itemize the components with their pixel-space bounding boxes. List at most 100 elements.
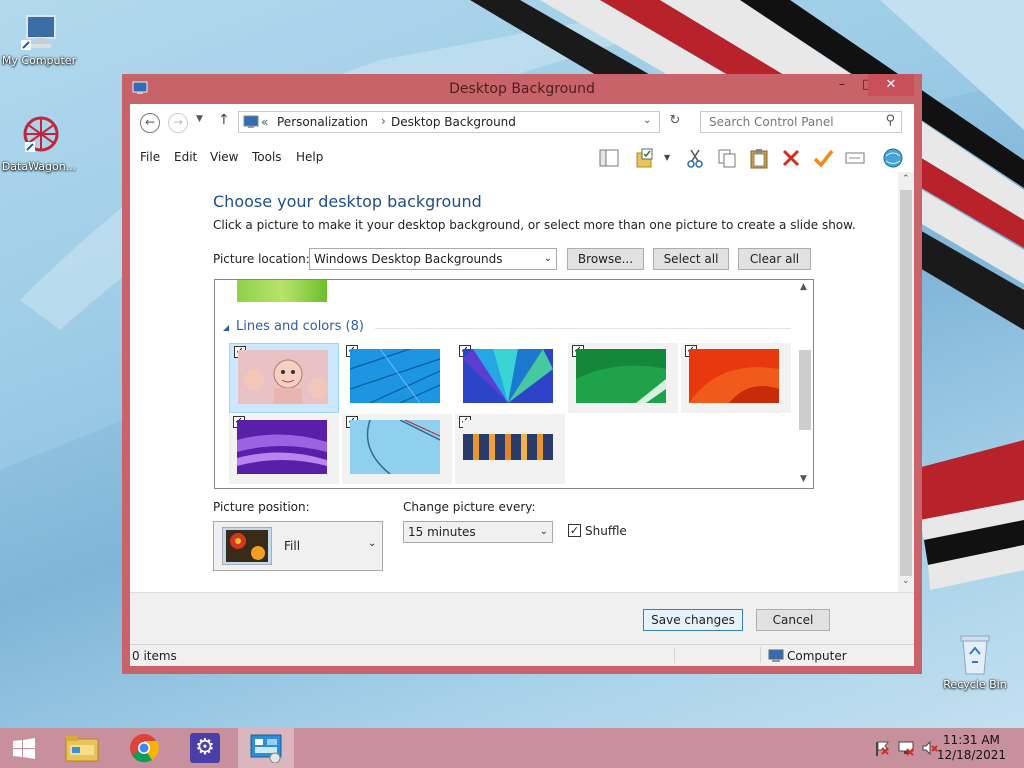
apply-check-icon[interactable] [812, 147, 834, 169]
picture-position-preview [222, 527, 272, 565]
thumbnail-item[interactable]: ✓ [229, 343, 339, 413]
menu-bar: File Edit View Tools Help ▼ [130, 142, 914, 172]
status-items: 0 items [132, 649, 177, 663]
thumbnail-item[interactable]: ✓ [455, 343, 565, 413]
menu-view[interactable]: View [210, 150, 238, 164]
network-icon[interactable] [898, 740, 914, 756]
refresh-icon[interactable]: ↻ [666, 113, 684, 131]
desktop-icon-my-computer[interactable]: My Computer [0, 12, 78, 67]
copy-icon[interactable] [716, 147, 738, 169]
group-header[interactable]: Lines and colors (8) [236, 319, 364, 334]
picture-position-select[interactable]: Fill ⌄ [213, 521, 383, 571]
dialog-footer: Save changes Cancel [130, 592, 914, 644]
thumbnail-item[interactable]: ✓ [455, 414, 565, 484]
title-bar[interactable]: Desktop Background – □ ✕ [122, 74, 922, 104]
delete-icon[interactable] [780, 147, 802, 169]
status-bar: 0 items Computer [130, 644, 914, 666]
address-chevrons[interactable]: « [261, 115, 268, 129]
page-description: Click a picture to make it your desktop … [213, 218, 856, 232]
system-clock[interactable]: 11:31 AM 12/18/2021 [937, 733, 1006, 763]
desktop-icon-recycle-bin[interactable]: Recycle Bin [936, 632, 1014, 691]
window-client: ← → ▼ ↑ « Personalization › Desktop Back… [130, 104, 914, 666]
start-button[interactable] [0, 728, 48, 768]
menu-edit[interactable]: Edit [174, 150, 197, 164]
address-dropdown-icon[interactable]: ⌄ [643, 115, 651, 126]
gallery-scrollbar[interactable]: ▲ ▼ [797, 280, 813, 488]
browse-button[interactable]: Browse... [567, 248, 644, 270]
picture-gallery[interactable]: ◢ Lines and colors (8) ✓ [214, 279, 814, 489]
picture-position-value: Fill [284, 539, 301, 553]
clear-all-button[interactable]: Clear all [738, 248, 811, 270]
thumbnail-item[interactable]: ✓ [568, 343, 678, 413]
rename-icon[interactable] [844, 147, 866, 169]
status-location: Computer [787, 649, 847, 663]
taskbar-chrome[interactable] [116, 728, 172, 768]
cancel-button[interactable]: Cancel [756, 609, 830, 631]
scroll-up-icon[interactable]: ⌃ [902, 174, 910, 184]
chevron-down-icon: ⌄ [368, 538, 377, 549]
desktop-icon-label: Recycle Bin [943, 678, 1007, 691]
picture-location-select[interactable]: Windows Desktop Backgrounds ⌄ [309, 248, 557, 270]
group-collapse-icon[interactable]: ◢ [223, 323, 229, 332]
taskbar-settings[interactable]: ⚙ [176, 728, 232, 768]
menu-help[interactable]: Help [296, 150, 323, 164]
clock-time: 11:31 AM [942, 733, 1000, 747]
desktop-icon-label: My Computer [1, 54, 77, 67]
breadcrumb-desktop-background[interactable]: Desktop Background [391, 115, 516, 129]
select-all-button[interactable]: Select all [653, 248, 729, 270]
scroll-up-icon[interactable]: ▲ [800, 282, 807, 292]
paste-icon[interactable] [748, 147, 770, 169]
menu-file[interactable]: File [140, 150, 160, 164]
scroll-thumb[interactable] [799, 350, 811, 430]
thumbnail-item[interactable]: ✓ [229, 414, 339, 484]
thumbnail-image [350, 420, 440, 474]
thumbnail-image [463, 420, 553, 474]
picture-location-label: Picture location: [213, 252, 310, 266]
scroll-thumb[interactable] [900, 190, 912, 576]
taskbar: ⚙ 11:31 AM 12/18/2021 [0, 728, 1024, 768]
thumbnail-image [350, 349, 440, 403]
thumbnail-image [689, 349, 779, 403]
thumbnail-item[interactable]: ✓ [342, 343, 452, 413]
chrome-icon [130, 734, 159, 763]
close-button[interactable]: ✕ [868, 74, 914, 96]
change-picture-select[interactable]: 15 minutes ⌄ [403, 521, 553, 543]
control-panel-icon [243, 115, 259, 129]
folder-icon [65, 736, 99, 762]
action-center-flag-icon[interactable] [874, 740, 890, 756]
minimize-button[interactable]: – [830, 76, 854, 94]
address-bar[interactable]: « Personalization › Desktop Background ⌄ [238, 111, 660, 133]
thumbnail-item[interactable]: ✓ [681, 343, 791, 413]
scroll-down-icon[interactable]: ⌄ [902, 576, 910, 586]
taskbar-file-explorer[interactable] [54, 728, 110, 768]
thumbnail-item[interactable]: ✓ [342, 414, 452, 484]
thumbnail-image [238, 350, 328, 404]
control-panel-icon [250, 734, 282, 763]
scroll-down-icon[interactable]: ▼ [800, 474, 807, 484]
page-title: Choose your desktop background [213, 192, 482, 211]
properties-folder-icon[interactable] [634, 147, 656, 169]
menu-tools[interactable]: Tools [252, 150, 282, 164]
window-scrollbar[interactable]: ⌃ ⌄ [898, 172, 914, 592]
thumbnail-image [237, 420, 327, 474]
preview-pane-icon[interactable] [598, 147, 620, 169]
breadcrumb-personalization[interactable]: Personalization [277, 115, 368, 129]
search-input[interactable]: Search Control Panel ⚲ [700, 111, 902, 133]
desktop-icon-datawagon[interactable]: DataWagon... [0, 114, 78, 173]
status-divider [760, 647, 761, 663]
up-arrow-icon[interactable]: ↑ [218, 112, 230, 128]
window-title: Desktop Background [449, 81, 595, 97]
cut-icon[interactable] [684, 147, 706, 169]
recent-pages-dropdown-icon[interactable]: ▼ [196, 114, 203, 124]
organize-dropdown-icon[interactable]: ▼ [664, 153, 670, 162]
breadcrumb-separator: › [381, 114, 386, 128]
volume-muted-icon[interactable] [922, 740, 938, 756]
back-button[interactable]: ← [140, 113, 160, 133]
shuffle-checkbox[interactable]: ✓ [568, 524, 581, 537]
thumbnail-image [576, 349, 666, 403]
forward-button[interactable]: → [168, 113, 188, 133]
save-changes-button[interactable]: Save changes [643, 609, 743, 631]
taskbar-control-panel[interactable] [238, 728, 294, 768]
globe-icon[interactable] [882, 147, 904, 169]
shuffle-label[interactable]: Shuffle [585, 524, 627, 538]
